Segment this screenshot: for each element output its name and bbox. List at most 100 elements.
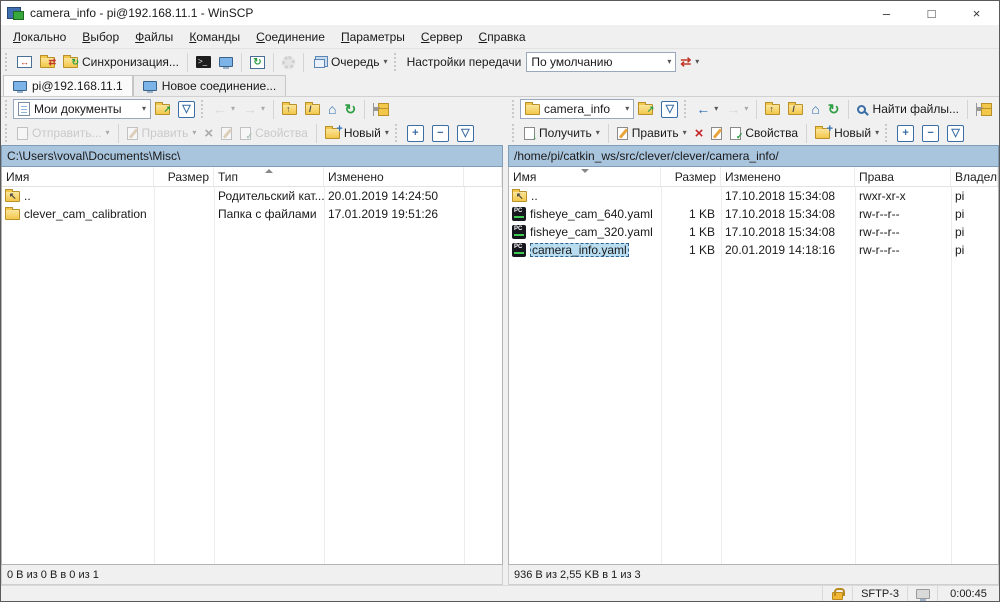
column-header-rights[interactable]: Права (855, 167, 951, 186)
tab-session[interactable]: pi@192.168.11.1 (3, 75, 133, 96)
local-back-button[interactable]: ▾ (209, 100, 239, 118)
slash-overlay: / (309, 105, 312, 114)
local-new-button[interactable]: Новый ▾ (321, 124, 393, 142)
remote-edit-button[interactable]: Править ▾ (613, 124, 691, 142)
local-path-bar[interactable]: C:\Users\voval\Documents\Misc\ (1, 145, 503, 167)
remote-delete-button[interactable] (691, 124, 708, 143)
preferences-button[interactable] (278, 54, 299, 71)
column-header-type[interactable]: Тип (214, 167, 324, 186)
local-rename-button[interactable] (217, 125, 236, 142)
remote-tree-toggle-button[interactable] (972, 101, 997, 118)
remote-back-button[interactable]: ▾ (692, 100, 722, 118)
remote-unselect-button[interactable] (918, 123, 943, 144)
menu-commands[interactable]: Команды (181, 27, 248, 47)
remote-select-button[interactable] (893, 123, 918, 144)
local-select-button[interactable] (403, 123, 428, 144)
toolbar-grip (512, 100, 517, 118)
remote-new-button[interactable]: Новый ▾ (811, 124, 883, 142)
local-forward-button[interactable]: ▾ (239, 100, 269, 118)
local-location-combo[interactable]: Мои документы ▾ (13, 99, 151, 119)
open-console-button[interactable] (192, 54, 215, 70)
remote-location-combo[interactable]: camera_info ▾ (520, 99, 634, 119)
maximize-button[interactable]: □ (909, 1, 954, 25)
refresh-icon (345, 102, 357, 116)
column-header-name[interactable]: Имя (2, 167, 154, 186)
chevron-down-icon: ▾ (261, 105, 265, 113)
separator (241, 53, 242, 72)
column-header-size[interactable]: Размер (661, 167, 721, 186)
remote-rename-button[interactable] (707, 125, 726, 142)
column-header-owner[interactable]: Владел... (951, 167, 998, 186)
menu-help[interactable]: Справка (471, 27, 534, 47)
table-row[interactable]: fisheye_cam_320.yaml 1 KB 17.10.2018 15:… (509, 223, 998, 241)
menu-options[interactable]: Параметры (333, 27, 413, 47)
remote-selection-filter-button[interactable] (943, 123, 968, 144)
putty-terminal-icon (219, 57, 233, 67)
remote-open-directory-button[interactable]: ↗ (634, 102, 657, 117)
remote-properties-button[interactable]: Свойства (726, 124, 802, 142)
open-in-putty-button[interactable] (215, 55, 237, 69)
remote-home-button[interactable] (807, 100, 823, 118)
remote-path-bar[interactable]: /home/pi/catkin_ws/src/clever/clever/cam… (508, 145, 999, 167)
transfer-preset-combo[interactable]: По умолчанию ▾ (526, 52, 676, 72)
refresh-session-button[interactable] (246, 54, 269, 71)
local-properties-button[interactable]: Свойства (236, 124, 312, 142)
table-row-selected[interactable]: camera_info.yaml 1 KB 20.01.2019 14:18:1… (509, 241, 998, 259)
column-header-name[interactable]: Имя (509, 167, 661, 186)
local-send-button[interactable]: Отправить... ▾ (13, 124, 114, 142)
protocol-cell[interactable]: SFTP-3 (852, 586, 907, 601)
remote-root-directory-button[interactable]: / (784, 102, 807, 117)
tab-new-session[interactable]: Новое соединение... (133, 75, 287, 96)
find-files-button[interactable]: Найти файлы... (853, 100, 963, 118)
local-delete-button[interactable] (200, 124, 217, 143)
remote-forward-button[interactable]: ▾ (722, 100, 752, 118)
table-row[interactable]: clever_cam_calibration Папка с файлами 1… (2, 205, 502, 223)
home-icon (811, 102, 819, 116)
synchronize-browsing-folders-button[interactable]: ⇄ (36, 55, 59, 70)
remote-filter-button[interactable] (657, 99, 682, 120)
column-header-size[interactable]: Размер (154, 167, 214, 186)
column-header-modified[interactable]: Изменено (324, 167, 464, 186)
menu-files[interactable]: Файлы (127, 27, 181, 47)
local-unselect-button[interactable] (428, 123, 453, 144)
close-button[interactable]: × (954, 1, 999, 25)
transfer-settings-label[interactable]: Настройки передачи (402, 55, 527, 69)
synchronize-browsing-toggle[interactable]: ▾ (676, 52, 703, 72)
column-header-modified[interactable]: Изменено (721, 167, 855, 186)
toolbar-grip (5, 100, 10, 118)
local-refresh-button[interactable] (341, 100, 361, 118)
red-arrow-overlay: ⇄ (48, 58, 56, 67)
chevron-down-icon: ▾ (596, 129, 600, 137)
encryption-cell[interactable] (822, 586, 852, 601)
selected-file-name: camera_info.yaml (530, 243, 629, 257)
local-open-directory-button[interactable]: ↗ (151, 102, 174, 117)
queue-label: Очередь (331, 55, 380, 69)
remote-parent-directory-button[interactable]: ↑ (761, 102, 784, 117)
menu-remote[interactable]: Сервер (413, 27, 471, 47)
menu-session[interactable]: Соединение (248, 27, 333, 47)
local-home-button[interactable] (324, 100, 340, 118)
table-row[interactable]: ↖.. Родительский кат... 20.01.2019 14:24… (2, 187, 502, 205)
local-tree-toggle-button[interactable] (369, 101, 394, 118)
menu-mark[interactable]: Выбор (74, 27, 127, 47)
back-arrow-icon (213, 102, 227, 116)
local-parent-directory-button[interactable]: ↑ (278, 102, 301, 117)
menu-local[interactable]: Локально (5, 27, 74, 47)
compare-directories-button[interactable] (13, 54, 36, 70)
select-plus-icon (407, 125, 424, 142)
forward-arrow-icon (243, 102, 257, 116)
local-navigation-toolbar: Мои документы ▾ ↗ ▾ ▾ ↑ / (1, 97, 503, 121)
local-selection-filter-button[interactable] (453, 123, 478, 144)
remote-refresh-button[interactable] (824, 100, 844, 118)
table-row[interactable]: ↖.. 17.10.2018 15:34:08 rwxr-xr-x pi (509, 187, 998, 205)
local-panel: Мои документы ▾ ↗ ▾ ▾ ↑ / (1, 97, 503, 585)
local-filter-button[interactable] (174, 99, 199, 120)
minimize-button[interactable]: – (864, 1, 909, 25)
synchronize-button[interactable]: ↻ Синхронизация... (59, 53, 183, 71)
local-edit-button[interactable]: Править ▾ (123, 124, 201, 142)
server-status-cell[interactable] (907, 586, 937, 601)
queue-button[interactable]: Очередь ▾ (308, 53, 392, 71)
remote-get-button[interactable]: Получить ▾ (520, 124, 604, 142)
local-root-directory-button[interactable]: / (301, 102, 324, 117)
table-row[interactable]: fisheye_cam_640.yaml 1 KB 17.10.2018 15:… (509, 205, 998, 223)
